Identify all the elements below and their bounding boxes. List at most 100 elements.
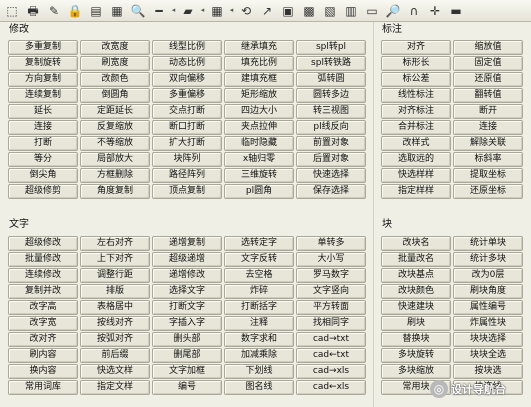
text-button[interactable]: 文字反转 <box>224 252 294 267</box>
dimension-button[interactable]: 提取坐标 <box>453 168 523 183</box>
modify-button[interactable]: 块阵列 <box>152 152 222 167</box>
modify-button[interactable]: 角度复制 <box>80 184 150 199</box>
block-button[interactable]: 炸属性块 <box>453 316 523 331</box>
text-button[interactable]: 递增修改 <box>152 268 222 283</box>
text-button[interactable]: 下划线 <box>224 364 294 379</box>
block-button[interactable]: 刷块 <box>381 316 451 331</box>
paint-brush-icon[interactable]: ✎ <box>44 1 64 20</box>
text-button[interactable]: 连续修改 <box>8 268 78 283</box>
modify-button[interactable]: 建填充框 <box>224 72 294 87</box>
modify-button[interactable]: 快速选择 <box>296 168 366 183</box>
text-button[interactable]: 改字高 <box>8 300 78 315</box>
block-button[interactable]: 多块缩放 <box>381 364 451 379</box>
block-button[interactable]: 批量改名 <box>381 252 451 267</box>
dimension-button[interactable]: 还原坐标 <box>453 184 523 199</box>
dimension-button[interactable]: 标斜率 <box>453 152 523 167</box>
dimension-button[interactable]: 标公差 <box>381 72 451 87</box>
text-button[interactable]: 图名线 <box>224 380 294 395</box>
text-button[interactable]: 常用词库 <box>8 380 78 395</box>
dimension-button[interactable]: 连接 <box>453 120 523 135</box>
dimension-button[interactable]: 对齐 <box>381 40 451 55</box>
dimension-button[interactable]: 断开 <box>453 104 523 119</box>
text-button[interactable]: 调整行距 <box>80 268 150 283</box>
modify-button[interactable]: 不等缩放 <box>80 136 150 151</box>
arrow-left-icon[interactable]: ◂ <box>228 1 235 20</box>
text-button[interactable]: 加减乘除 <box>224 348 294 363</box>
text-button[interactable]: 注释 <box>224 316 294 331</box>
text-button[interactable]: 字插入字 <box>152 316 222 331</box>
dimension-button[interactable]: 固定值 <box>453 56 523 71</box>
modify-button[interactable]: 夹点拉伸 <box>224 120 294 135</box>
modify-button[interactable]: 后置对象 <box>296 152 366 167</box>
modify-button[interactable]: 弧转圆 <box>296 72 366 87</box>
modify-button[interactable]: 前置对象 <box>296 136 366 151</box>
dimension-button[interactable]: 快选样样 <box>381 168 451 183</box>
hatch-icon[interactable]: ▰ <box>178 1 198 20</box>
modify-button[interactable]: 连接 <box>8 120 78 135</box>
text-button[interactable]: 数字求和 <box>224 332 294 347</box>
modify-button[interactable]: 多重复制 <box>8 40 78 55</box>
modify-button[interactable]: 刷宽度 <box>80 56 150 71</box>
block-button[interactable]: 块块全选 <box>453 348 523 363</box>
modify-button[interactable]: 动态比例 <box>152 56 222 71</box>
text-button[interactable]: 删尾部 <box>152 348 222 363</box>
folder-icon[interactable]: ▬ <box>446 1 466 20</box>
block-button[interactable]: 属性编号 <box>453 300 523 315</box>
modify-button[interactable]: 四边大小 <box>224 104 294 119</box>
modify-button[interactable]: 扩大打断 <box>152 136 222 151</box>
text-button[interactable]: 改字宽 <box>8 316 78 331</box>
text-button[interactable]: 选择文字 <box>152 284 222 299</box>
modify-button[interactable]: 打断 <box>8 136 78 151</box>
block-button[interactable]: 改为0层 <box>453 268 523 283</box>
text-button[interactable]: 大小写 <box>296 252 366 267</box>
modify-button[interactable]: 改颜色 <box>80 72 150 87</box>
text-button[interactable]: 罗马数字 <box>296 268 366 283</box>
modify-button[interactable]: spl转pl <box>296 40 366 55</box>
dimension-button[interactable]: 改样式 <box>381 136 451 151</box>
modify-button[interactable]: 方向复制 <box>8 72 78 87</box>
modify-button[interactable]: 局部放大 <box>80 152 150 167</box>
dimension-button[interactable]: 标形长 <box>381 56 451 71</box>
text-button[interactable]: 去空格 <box>224 268 294 283</box>
dimension-button[interactable]: 缩放值 <box>453 40 523 55</box>
crosshair-icon[interactable]: ✛ <box>425 1 445 20</box>
text-button[interactable]: 左右对齐 <box>80 236 150 251</box>
arrow-left-icon[interactable]: ◂ <box>199 1 206 20</box>
dimension-button[interactable]: 翻转值 <box>453 88 523 103</box>
color-grid-icon[interactable]: ▩ <box>299 1 319 20</box>
text-button[interactable]: 换内容 <box>8 364 78 379</box>
dimension-button[interactable]: 线性标注 <box>381 88 451 103</box>
modify-button[interactable]: pl线反向 <box>296 120 366 135</box>
text-button[interactable]: 选转定字 <box>224 236 294 251</box>
modify-button[interactable]: 保存选择 <box>296 184 366 199</box>
modify-button[interactable]: 线型比例 <box>152 40 222 55</box>
block-button[interactable]: 常用块 <box>381 380 451 395</box>
dimension-button[interactable]: 对齐标注 <box>381 104 451 119</box>
modify-button[interactable]: 转三视图 <box>296 104 366 119</box>
modify-button[interactable]: 临时隐藏 <box>224 136 294 151</box>
dimension-button[interactable]: 选取远的 <box>381 152 451 167</box>
modify-button[interactable]: 矩形缩放 <box>224 88 294 103</box>
block-button[interactable]: 替换块 <box>381 332 451 347</box>
zoom-icon[interactable]: 🔍 <box>128 1 148 20</box>
text-button[interactable]: cad→txt <box>296 332 366 347</box>
modify-button[interactable]: 等分 <box>8 152 78 167</box>
modify-button[interactable]: 连续复制 <box>8 88 78 103</box>
block-button[interactable]: 改块名 <box>381 236 451 251</box>
block-button[interactable]: 统计单块 <box>453 236 523 251</box>
ruler-icon[interactable]: ━ <box>149 1 169 20</box>
magnet-icon[interactable]: ∩ <box>404 1 424 20</box>
text-button[interactable]: 文字加框 <box>152 364 222 379</box>
text-button[interactable]: 批量修改 <box>8 252 78 267</box>
text-button[interactable]: 单转多 <box>296 236 366 251</box>
bookmark-icon[interactable]: ▭ <box>362 1 382 20</box>
print-icon[interactable]: 🖶 <box>23 1 43 20</box>
text-button[interactable]: 编号 <box>152 380 222 395</box>
text-button[interactable]: 递增复制 <box>152 236 222 251</box>
block-icon[interactable]: ▣ <box>278 1 298 20</box>
block-button[interactable]: 刷块角度 <box>453 284 523 299</box>
text-button[interactable]: 前后缀 <box>80 348 150 363</box>
modify-button[interactable]: 继承填充 <box>224 40 294 55</box>
modify-button[interactable]: 断口打断 <box>152 120 222 135</box>
modify-button[interactable]: 路径阵列 <box>152 168 222 183</box>
